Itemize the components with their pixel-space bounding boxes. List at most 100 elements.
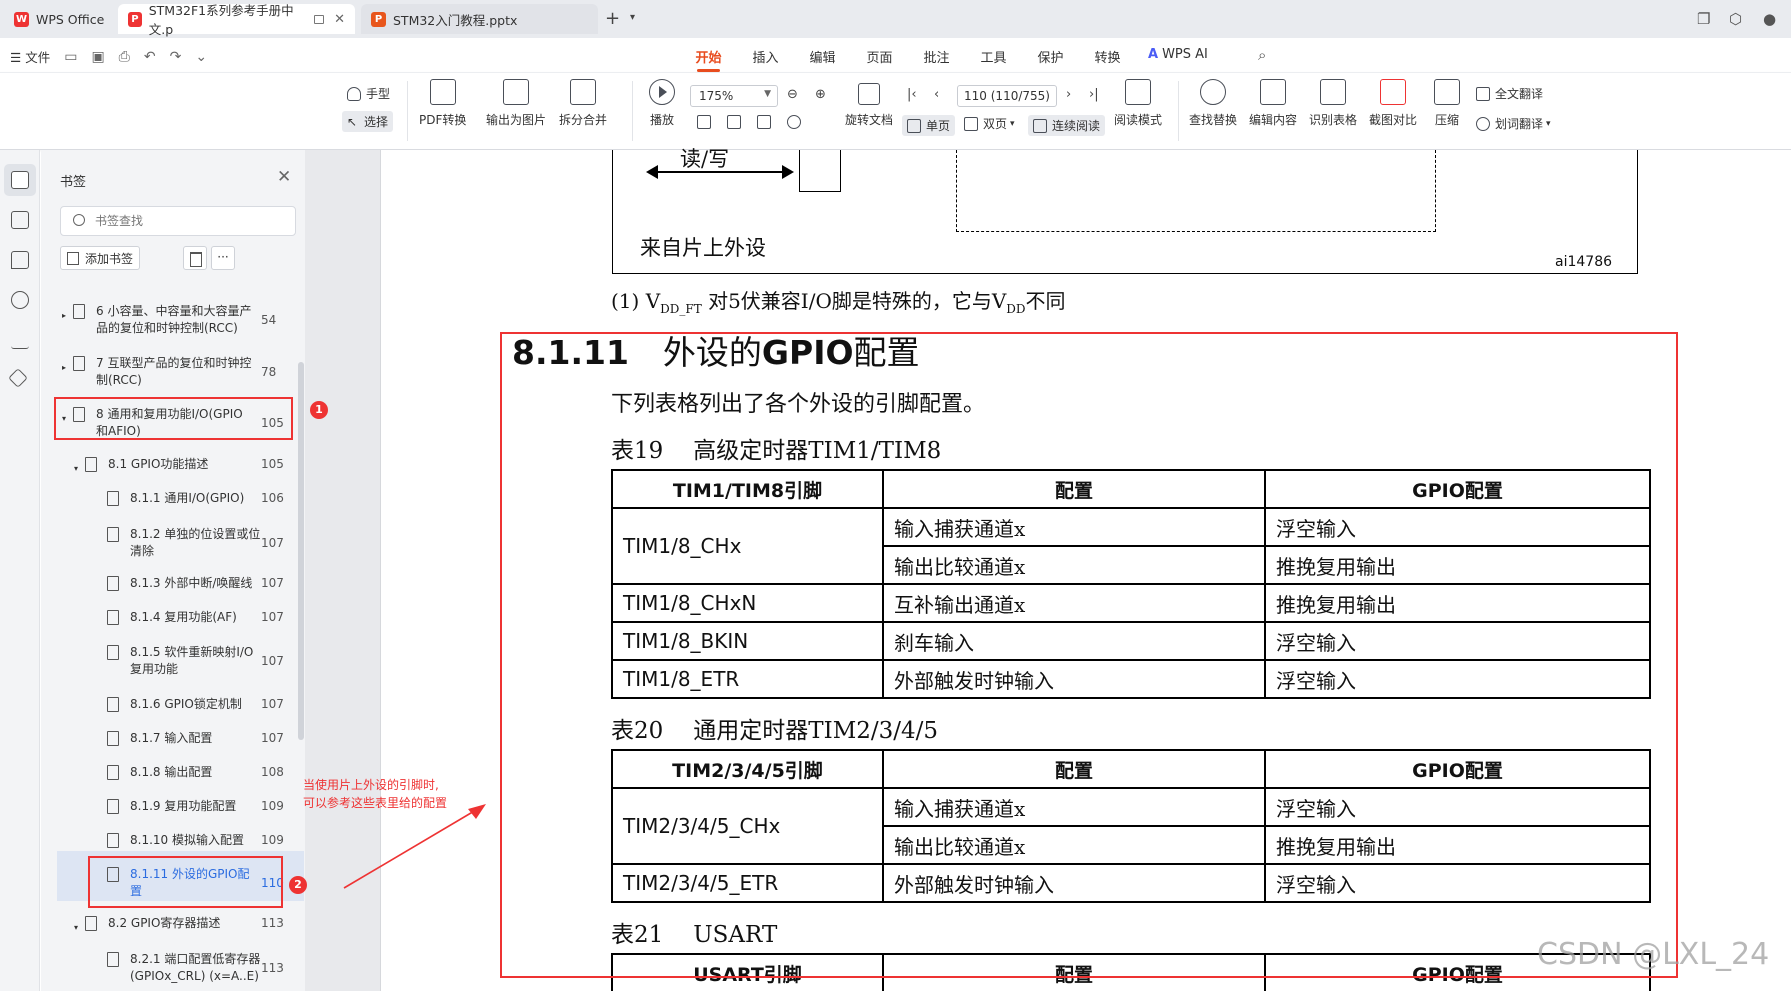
bookmark-item[interactable]: 8.1.2 单独的位设置或位 清除 107 <box>0 526 300 562</box>
tab-edit[interactable]: 编辑 <box>794 47 851 66</box>
split-merge-button[interactable]: 拆分合并 <box>559 79 607 128</box>
search-icon[interactable]: ⌕ <box>1258 46 1266 64</box>
box-icon[interactable]: ⬡ <box>1729 10 1742 28</box>
tab-stm32f1-manual[interactable]: P STM32F1系列参考手册中文.p ✕ <box>118 3 355 37</box>
bookmark-item[interactable]: ▸ 7 互联型产品的复位和时钟控 制(RCC) 78 <box>0 355 300 391</box>
screenshot-compare-button[interactable]: 截图对比 <box>1369 79 1417 128</box>
full-translate-button[interactable]: 全文翻译 <box>1476 85 1543 102</box>
expand-arrow-icon[interactable]: ▾ <box>74 919 78 936</box>
page-number-input[interactable]: 110 (110/755) <box>957 85 1057 107</box>
ppt-icon: P <box>371 11 386 27</box>
chevron-down-icon: ▾ <box>1546 118 1551 129</box>
find-replace-button[interactable]: 查找替换 <box>1189 79 1237 128</box>
play-button[interactable]: 播放 <box>649 79 675 128</box>
fit-width-icon[interactable] <box>697 115 716 129</box>
pdf-convert-button[interactable]: PDF转换 <box>419 79 466 128</box>
bookmark-label-line: 制(RCC) <box>96 373 142 387</box>
bookmark-search[interactable] <box>60 206 296 236</box>
bookmark-search-input[interactable] <box>95 212 285 230</box>
wps-logo-icon: W <box>14 11 29 27</box>
tab-convert[interactable]: 转换 <box>1079 47 1136 66</box>
bookmark-rail-icon[interactable] <box>11 171 29 189</box>
prev-page-icon[interactable]: ‹ <box>934 87 939 102</box>
export-image-button[interactable]: 输出为图片 <box>486 79 546 128</box>
print-icon[interactable]: ⎙ <box>119 49 130 65</box>
tab-wps-office[interactable]: W WPS Office <box>4 4 124 34</box>
wps-ai-button[interactable]: A WPS AI <box>1148 47 1208 62</box>
read-mode-button[interactable]: 阅读模式 <box>1114 79 1162 128</box>
tab-tools[interactable]: 工具 <box>965 47 1022 66</box>
bookmark-item[interactable]: 8.1.4 复用功能(AF) 107 <box>0 609 300 627</box>
actual-size-icon[interactable] <box>757 115 776 129</box>
recognize-table-button[interactable]: 识别表格 <box>1309 79 1357 128</box>
tab-comment[interactable]: 批注 <box>908 47 965 66</box>
single-page-button[interactable]: 单页 <box>902 115 956 136</box>
bookmark-page-number: 107 <box>261 731 284 745</box>
hand-tool-button[interactable]: 手型 <box>347 85 390 102</box>
chevron-down-icon[interactable]: ▾ <box>630 12 635 23</box>
play-icon <box>649 79 675 105</box>
expand-arrow-icon[interactable]: ▾ <box>74 460 78 477</box>
bookmark-icon <box>107 491 119 506</box>
zoom-select[interactable]: 175% ▼ <box>690 85 778 107</box>
figure-from-label: 来自片上外设 <box>640 236 766 260</box>
fit-page-icon[interactable] <box>727 115 746 129</box>
bookmark-item[interactable]: ▾ 8.1 GPIO功能描述 105 <box>0 456 300 474</box>
close-tab-icon[interactable]: ✕ <box>334 12 345 27</box>
compress-button[interactable]: 压缩 <box>1434 79 1460 128</box>
bookmark-item[interactable]: 8.1.3 外部中断/唤醒线 107 <box>0 575 300 593</box>
rotate-icon[interactable] <box>787 115 806 129</box>
tab-insert[interactable]: 插入 <box>737 47 794 66</box>
last-page-icon[interactable]: ›| <box>1089 87 1099 102</box>
tab-protect[interactable]: 保护 <box>1022 47 1079 66</box>
add-bookmark-button[interactable]: 添加书签 <box>60 246 141 270</box>
more-options-button[interactable]: ··· <box>211 246 235 270</box>
first-page-icon[interactable]: |‹ <box>907 87 917 102</box>
double-page-button[interactable]: 双页 ▾ <box>964 115 1015 132</box>
new-tab-button[interactable]: + <box>605 8 620 29</box>
restore-window-icon[interactable]: ❐ <box>1697 10 1710 28</box>
thumbnail-icon[interactable] <box>11 211 29 229</box>
annotation-box-gpio-config <box>500 332 1678 978</box>
delete-bookmark-button[interactable] <box>183 246 207 270</box>
bookmark-item[interactable]: 8.1.1 通用I/O(GPIO) 106 <box>0 490 300 508</box>
close-icon[interactable]: ✕ <box>277 167 291 187</box>
edit-content-label: 编辑内容 <box>1249 113 1298 127</box>
bookmark-item[interactable]: 8.1.6 GPIO锁定机制 107 <box>0 696 300 714</box>
bookmark-item[interactable]: 8.1.9 复用功能配置 109 <box>0 798 300 816</box>
edit-content-button[interactable]: 编辑内容 <box>1249 79 1297 128</box>
avatar-icon[interactable]: ● <box>1763 10 1776 28</box>
collapse-arrow-icon[interactable]: ▸ <box>62 307 66 324</box>
bookmark-item[interactable]: 8.1.7 输入配置 107 <box>0 730 300 748</box>
bookmark-item[interactable]: ▸ 6 小容量、中容量和大容量产 品的复位和时钟控制(RCC) 54 <box>0 303 300 339</box>
next-page-icon[interactable]: › <box>1066 87 1071 102</box>
tab-page[interactable]: 页面 <box>851 47 908 66</box>
bookmark-item[interactable]: 8.1.10 模拟输入配置 109 <box>0 832 300 850</box>
bookmark-item[interactable]: 8.1.8 输出配置 108 <box>0 764 300 782</box>
window-mini-icon[interactable] <box>313 14 325 24</box>
save-icon[interactable]: ▣ <box>91 49 104 65</box>
select-tool-button[interactable]: ↖ 选择 <box>342 111 394 132</box>
word-translate-button[interactable]: 划词翻译 ▾ <box>1476 115 1551 132</box>
tab-start[interactable]: 开始 <box>680 47 737 72</box>
rotate-document-button[interactable]: 旋转文档 <box>845 79 893 128</box>
bookmark-item[interactable]: 8.1.5 软件重新映射I/O 复用功能 107 <box>0 644 300 680</box>
tab-stm32-tutorial[interactable]: P STM32入门教程.pptx <box>361 4 598 34</box>
file-menu[interactable]: ☰ 文件 <box>10 47 50 66</box>
open-folder-icon[interactable]: ▭ <box>64 49 77 65</box>
chevron-down-icon[interactable]: ⌄ <box>195 49 207 65</box>
add-bookmark-label: 添加书签 <box>85 251 134 266</box>
zoom-out-icon[interactable]: ⊖ <box>787 87 798 102</box>
annotation-box-bookmark-8-1-11 <box>88 856 283 908</box>
comment-icon[interactable] <box>11 251 29 269</box>
double-page-label: 双页 <box>983 117 1008 131</box>
bookmark-icon <box>107 610 119 625</box>
bookmark-item[interactable]: ▾ 8.2 GPIO寄存器描述 113 <box>0 915 300 933</box>
redo-icon[interactable]: ↷ <box>170 49 182 65</box>
undo-icon[interactable]: ↶ <box>144 49 156 65</box>
collapse-arrow-icon[interactable]: ▸ <box>62 359 66 376</box>
zoom-in-icon[interactable]: ⊕ <box>815 87 826 102</box>
bookmark-page-number: 109 <box>261 833 284 847</box>
continuous-read-button[interactable]: 连续阅读 <box>1028 115 1106 136</box>
bookmark-item[interactable]: 8.2.1 端口配置低寄存器 (GPIOx_CRL) (x=A..E) 113 <box>0 951 300 987</box>
